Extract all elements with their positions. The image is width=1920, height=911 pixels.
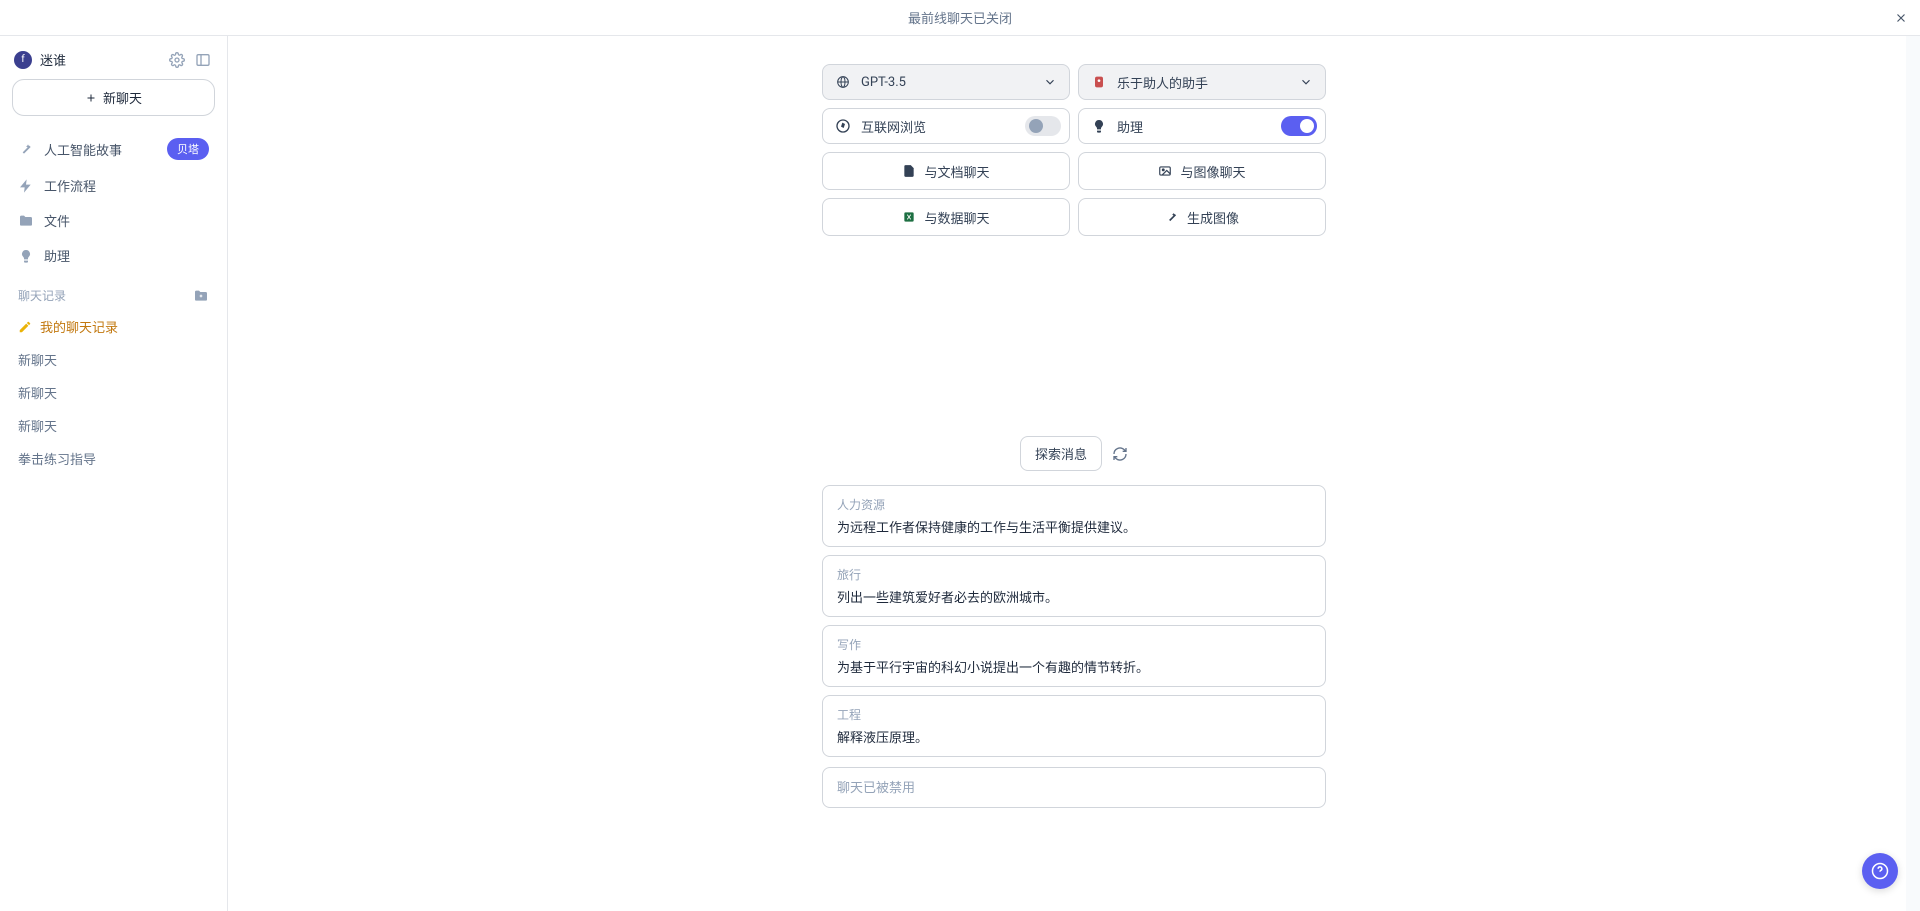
pencil-icon bbox=[18, 320, 32, 334]
wand-icon bbox=[1165, 210, 1179, 224]
bolt-icon bbox=[18, 178, 34, 194]
username: 迷谁 bbox=[40, 50, 66, 69]
explore-label: 探索消息 bbox=[1035, 447, 1087, 462]
folder-icon bbox=[18, 213, 34, 229]
prompt-cards: 人力资源 为远程工作者保持健康的工作与生活平衡提供建议。 旅行 列出一些建筑爱好… bbox=[822, 485, 1326, 757]
close-icon[interactable] bbox=[1894, 11, 1908, 25]
prompt-category: 旅行 bbox=[837, 566, 1311, 583]
wand-icon bbox=[18, 141, 34, 157]
chat-input[interactable] bbox=[822, 767, 1326, 808]
assist-label: 助理 bbox=[1117, 117, 1143, 136]
prompt-card[interactable]: 人力资源 为远程工作者保持健康的工作与生活平衡提供建议。 bbox=[822, 485, 1326, 547]
prompt-text: 列出一些建筑爱好者必去的欧洲城市。 bbox=[837, 587, 1311, 606]
sidebar-item-workflows[interactable]: 工作流程 bbox=[12, 168, 215, 203]
sidebar-header-icons bbox=[169, 52, 211, 68]
gen-image-label: 生成图像 bbox=[1187, 208, 1239, 227]
history-item-label: 新聊天 bbox=[18, 416, 57, 435]
gen-image-button[interactable]: 生成图像 bbox=[1078, 198, 1326, 236]
help-fab[interactable] bbox=[1862, 853, 1898, 889]
sidebar-item-files[interactable]: 文件 bbox=[12, 203, 215, 238]
sidebar-item-label: 文件 bbox=[44, 211, 70, 230]
prompt-text: 为基于平行宇宙的科幻小说提出一个有趣的情节转折。 bbox=[837, 657, 1311, 676]
app: f 迷谁 新聊天 人工智能故事 贝塔 bbox=[0, 36, 1920, 911]
assist-toggle-row: 助理 bbox=[1078, 108, 1326, 144]
persona-select[interactable]: 乐于助人的助手 bbox=[1078, 64, 1326, 100]
prompt-card[interactable]: 工程 解释液压原理。 bbox=[822, 695, 1326, 757]
prompt-text: 解释液压原理。 bbox=[837, 727, 1311, 746]
new-chat-button[interactable]: 新聊天 bbox=[12, 79, 215, 116]
beta-badge: 贝塔 bbox=[167, 138, 209, 160]
prompt-category: 写作 bbox=[837, 636, 1311, 653]
persona-label: 乐于助人的助手 bbox=[1117, 73, 1208, 92]
scrollbar[interactable] bbox=[1906, 36, 1920, 911]
history-item[interactable]: 拳击练习指导 bbox=[12, 442, 215, 475]
sidebar-item-label: 助理 bbox=[44, 246, 70, 265]
browse-toggle-row: 互联网浏览 bbox=[822, 108, 1070, 144]
chevron-down-icon bbox=[1043, 75, 1057, 89]
prompt-card[interactable]: 旅行 列出一些建筑爱好者必去的欧洲城市。 bbox=[822, 555, 1326, 617]
document-icon bbox=[902, 164, 916, 178]
sidebar: f 迷谁 新聊天 人工智能故事 贝塔 bbox=[0, 36, 228, 911]
chat-doc-label: 与文档聊天 bbox=[924, 162, 989, 181]
chat-image-label: 与图像聊天 bbox=[1180, 162, 1245, 181]
model-select[interactable]: GPT-3.5 bbox=[822, 64, 1070, 100]
spreadsheet-icon bbox=[902, 210, 916, 224]
chat-image-button[interactable]: 与图像聊天 bbox=[1078, 152, 1326, 190]
assist-toggle[interactable] bbox=[1281, 116, 1317, 136]
openai-icon bbox=[835, 74, 851, 90]
history-item-label: 拳击练习指导 bbox=[18, 449, 96, 468]
sidebar-item-label: 工作流程 bbox=[44, 176, 96, 195]
avatar: f bbox=[14, 51, 32, 69]
history-item[interactable]: 新聊天 bbox=[12, 376, 215, 409]
history-item[interactable]: 新聊天 bbox=[12, 343, 215, 376]
sidebar-item-ai-story[interactable]: 人工智能故事 贝塔 bbox=[12, 130, 215, 168]
history-header-label: 聊天记录 bbox=[18, 287, 66, 304]
image-icon bbox=[1158, 164, 1172, 178]
collapse-sidebar-icon[interactable] bbox=[195, 52, 211, 68]
persona-icon bbox=[1091, 74, 1107, 90]
titlebar: 最前线聊天已关闭 bbox=[0, 0, 1920, 36]
history-header: 聊天记录 bbox=[12, 273, 215, 310]
plus-icon bbox=[85, 92, 97, 104]
titlebar-title: 最前线聊天已关闭 bbox=[908, 8, 1012, 27]
chat-input-wrap bbox=[822, 767, 1326, 808]
bulb-icon bbox=[1091, 118, 1107, 134]
explore-button[interactable]: 探索消息 bbox=[1020, 436, 1102, 471]
prompt-card[interactable]: 写作 为基于平行宇宙的科幻小说提出一个有趣的情节转折。 bbox=[822, 625, 1326, 687]
new-folder-icon[interactable] bbox=[193, 288, 209, 304]
prompt-category: 工程 bbox=[837, 706, 1311, 723]
sidebar-header: f 迷谁 bbox=[12, 48, 215, 79]
chat-doc-button[interactable]: 与文档聊天 bbox=[822, 152, 1070, 190]
question-icon bbox=[1871, 862, 1889, 880]
model-label: GPT-3.5 bbox=[861, 75, 906, 90]
sidebar-user[interactable]: f 迷谁 bbox=[14, 50, 66, 69]
config-grid: GPT-3.5 乐于助人的助手 bbox=[822, 64, 1326, 236]
history-item-label: 新聊天 bbox=[18, 383, 57, 402]
new-chat-label: 新聊天 bbox=[103, 88, 142, 107]
chat-data-label: 与数据聊天 bbox=[924, 208, 989, 227]
gear-icon[interactable] bbox=[169, 52, 185, 68]
chevron-down-icon bbox=[1299, 75, 1313, 89]
history-item-active[interactable]: 我的聊天记录 bbox=[12, 310, 215, 343]
prompt-category: 人力资源 bbox=[837, 496, 1311, 513]
main: GPT-3.5 乐于助人的助手 bbox=[228, 36, 1920, 911]
prompt-text: 为远程工作者保持健康的工作与生活平衡提供建议。 bbox=[837, 517, 1311, 536]
chat-data-button[interactable]: 与数据聊天 bbox=[822, 198, 1070, 236]
compass-icon bbox=[835, 118, 851, 134]
history-item[interactable]: 新聊天 bbox=[12, 409, 215, 442]
refresh-icon[interactable] bbox=[1112, 446, 1128, 462]
browse-label: 互联网浏览 bbox=[861, 117, 926, 136]
history-item-label: 新聊天 bbox=[18, 350, 57, 369]
browse-toggle[interactable] bbox=[1025, 116, 1061, 136]
bulb-icon bbox=[18, 248, 34, 264]
sidebar-item-label: 人工智能故事 bbox=[44, 140, 122, 159]
explore-row: 探索消息 bbox=[228, 436, 1920, 471]
sidebar-item-assistant[interactable]: 助理 bbox=[12, 238, 215, 273]
history-item-label: 我的聊天记录 bbox=[40, 317, 118, 336]
